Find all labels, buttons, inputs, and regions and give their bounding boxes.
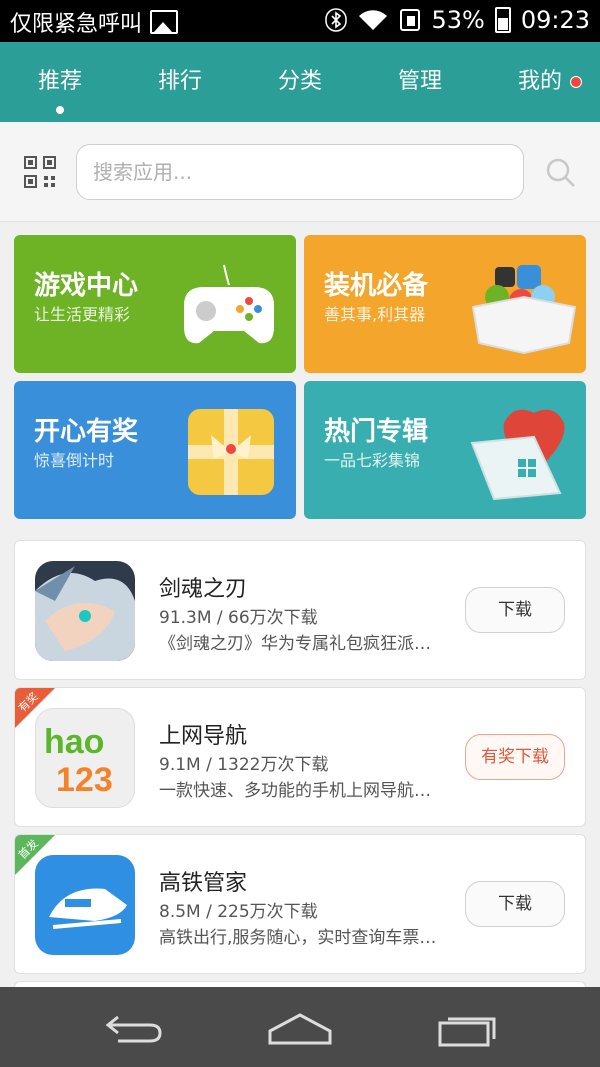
download-button[interactable]: 下载 [465,881,565,927]
gift-icon [188,409,274,495]
bluetooth-icon [325,8,348,32]
album-heart-icon [470,409,565,501]
tab-category[interactable]: 分类 [240,42,360,122]
app-icon-jianhun [35,561,135,661]
notification-dot [570,76,582,88]
system-nav-bar [0,987,600,1067]
top-tab-bar: 推荐 排行 分类 管理 我的 [0,42,600,122]
app-description: 一款快速、多功能的手机上网导航… [159,781,431,801]
card-happy-prize[interactable]: 开心有奖 惊喜倒计时 [14,381,296,519]
battery-percent: 53% [431,6,485,34]
download-button[interactable]: 下载 [465,587,565,633]
card-title: 装机必备 [324,271,429,301]
app-name: 剑魂之刃 [159,577,248,602]
card-hot-albums[interactable]: 热门专辑 一品七彩集锦 [304,381,586,519]
app-name: 高铁管家 [159,871,248,896]
recent-apps-icon[interactable] [438,1011,498,1047]
app-icon-hao123: hao 123 [35,708,135,808]
app-meta: 8.5M / 225万次下载 [159,902,318,922]
sim-icon [400,9,421,31]
wifi-icon [359,10,388,30]
app-meta: 9.1M / 1322万次下载 [159,755,329,775]
card-title: 开心有奖 [34,417,139,447]
app-icon-gaotie [35,855,135,955]
app-row-gaotie[interactable]: 首发 高铁管家 8.5M / 225万次下载 高铁出行,服务随心，实时查询车票…… [14,834,586,974]
search-icon[interactable] [546,158,576,188]
search-input[interactable]: 搜索应用... [76,144,524,200]
clock: 09:23 [520,6,590,34]
app-row-jianhun[interactable]: 剑魂之刃 91.3M / 66万次下载 《剑魂之刃》华为专属礼包疯狂派… 下载 [14,540,586,680]
carrier-text: 仅限紧急呼叫 [10,12,143,37]
tab-manage[interactable]: 管理 [360,42,480,122]
card-subtitle: 让生活更精彩 [34,305,131,324]
image-notification-icon [150,10,179,34]
app-meta: 91.3M / 66万次下载 [159,608,318,628]
gamepad-icon [184,264,274,344]
back-icon[interactable] [104,1011,164,1047]
card-game-center[interactable]: 游戏中心 让生活更精彩 [14,235,296,373]
tab-recommend[interactable]: 推荐 [0,42,120,122]
card-subtitle: 惊喜倒计时 [34,451,115,470]
tab-mine[interactable]: 我的 [480,42,600,122]
battery-icon [494,7,511,33]
card-essentials[interactable]: 装机必备 善其事,利其器 [304,235,586,373]
card-subtitle: 一品七彩集锦 [324,451,421,470]
app-description: 高铁出行,服务随心，实时查询车票… [159,928,437,948]
home-icon[interactable] [268,1011,332,1047]
status-bar: 仅限紧急呼叫 53% 09:23 [0,0,600,42]
app-row-hao123[interactable]: 有奖 hao 123 上网导航 9.1M / 1322万次下载 一款快速、多功能… [14,687,586,827]
app-name: 上网导航 [159,724,248,749]
card-title: 游戏中心 [34,271,139,301]
reward-download-button[interactable]: 有奖下载 [465,734,565,780]
app-box-icon [471,265,577,355]
card-subtitle: 善其事,利其器 [324,305,426,324]
app-description: 《剑魂之刃》华为专属礼包疯狂派… [159,634,431,654]
card-title: 热门专辑 [324,417,429,447]
search-area: 搜索应用... [0,122,600,222]
qr-scan-icon[interactable] [24,156,56,188]
tab-ranking[interactable]: 排行 [120,42,240,122]
